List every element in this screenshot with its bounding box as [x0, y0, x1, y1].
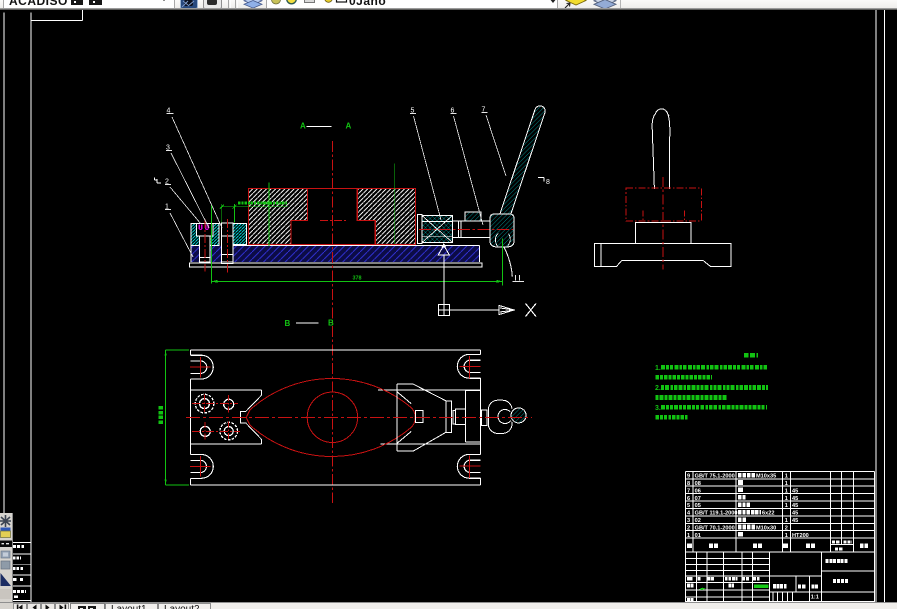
- svg-text:M10x35: M10x35: [756, 474, 776, 480]
- svg-text:6x22: 6x22: [762, 511, 774, 517]
- svg-text:45: 45: [792, 518, 798, 524]
- svg-text:2: 2: [687, 526, 690, 532]
- svg-text:GB/T 70.1-2000: GB/T 70.1-2000: [695, 526, 735, 532]
- svg-text:2: 2: [785, 526, 788, 532]
- svg-text:1: 1: [785, 488, 788, 494]
- svg-text:A: A: [346, 122, 352, 131]
- svg-text:01: 01: [695, 533, 701, 539]
- svg-text:45: 45: [792, 496, 798, 502]
- svg-text:1.: 1.: [655, 365, 661, 372]
- svg-text:45: 45: [792, 503, 798, 509]
- svg-text:1: 1: [687, 533, 690, 539]
- svg-text:A: A: [300, 122, 306, 131]
- svg-text:8: 8: [546, 179, 550, 186]
- svg-text:1: 1: [785, 481, 788, 487]
- svg-text:3: 3: [166, 145, 170, 152]
- svg-text:06: 06: [695, 488, 701, 494]
- svg-text:02: 02: [695, 518, 701, 524]
- svg-text:HT200: HT200: [792, 533, 809, 539]
- svg-text:GB/T 119.1-2000: GB/T 119.1-2000: [695, 511, 738, 517]
- svg-text:5: 5: [687, 503, 690, 509]
- svg-text:2: 2: [165, 179, 169, 186]
- svg-text:45: 45: [792, 511, 798, 517]
- svg-text:05: 05: [695, 503, 701, 509]
- svg-text:2.: 2.: [655, 385, 661, 392]
- svg-text:GB/T 75.1-2000: GB/T 75.1-2000: [695, 474, 735, 480]
- svg-text:45: 45: [792, 488, 798, 494]
- svg-text:07: 07: [695, 496, 701, 502]
- svg-text:1: 1: [785, 503, 788, 509]
- svg-text:378: 378: [353, 276, 362, 282]
- svg-text:M10x30: M10x30: [756, 526, 776, 532]
- svg-text:7: 7: [687, 488, 690, 494]
- svg-text:08: 08: [695, 481, 701, 487]
- svg-text:B: B: [328, 319, 334, 328]
- svg-text:1: 1: [165, 204, 169, 211]
- svg-text:B: B: [285, 319, 291, 328]
- svg-text:1: 1: [785, 518, 788, 524]
- svg-text:1: 1: [785, 474, 788, 480]
- svg-text:7: 7: [482, 107, 486, 114]
- svg-text:5: 5: [411, 108, 415, 115]
- svg-text:6: 6: [687, 496, 690, 502]
- svg-text:1:1: 1:1: [811, 595, 819, 601]
- svg-text:1: 1: [785, 496, 788, 502]
- svg-text:8: 8: [687, 481, 690, 487]
- svg-text:6: 6: [451, 108, 455, 115]
- svg-text:1: 1: [785, 533, 788, 539]
- svg-text:4: 4: [167, 108, 171, 115]
- svg-text:3.: 3.: [655, 405, 661, 412]
- svg-text:9: 9: [687, 474, 690, 480]
- svg-text:3: 3: [687, 518, 690, 524]
